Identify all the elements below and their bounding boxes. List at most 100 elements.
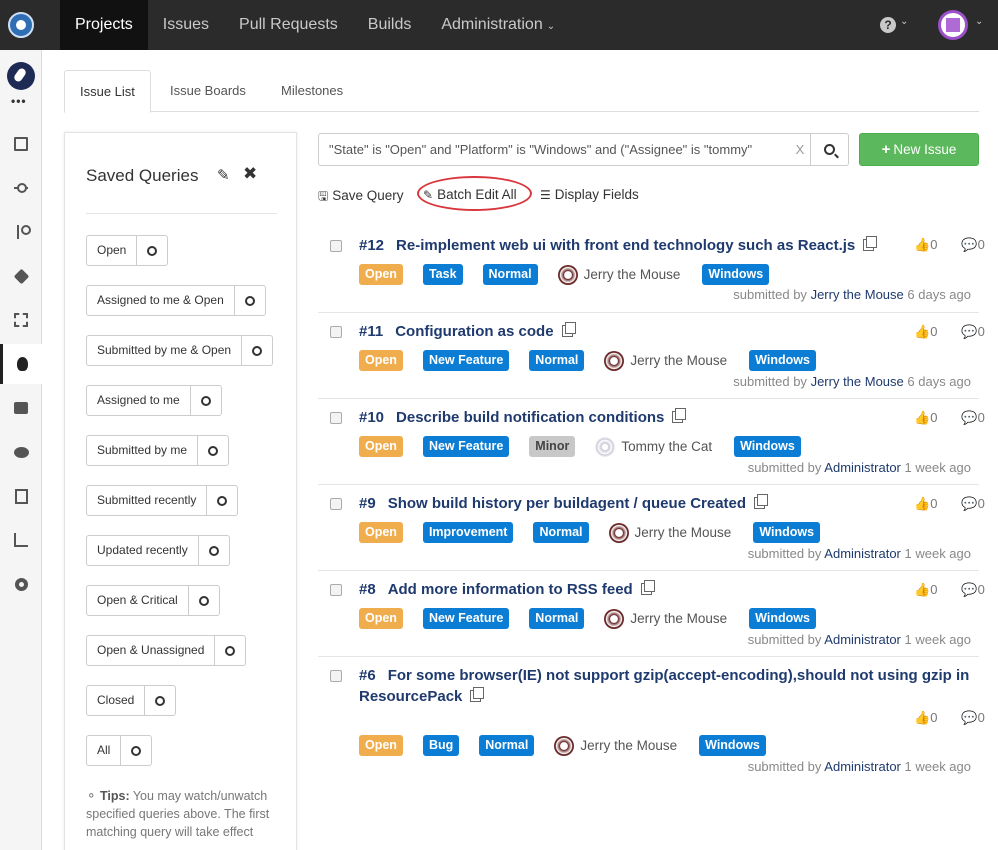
type-badge[interactable]: New Feature (422, 350, 510, 371)
watch-toggle-icon[interactable] (121, 736, 151, 765)
submitter-link[interactable]: Administrator (824, 632, 901, 647)
priority-badge[interactable]: Normal (479, 735, 535, 756)
issue-title-text[interactable]: Re-implement web ui with front end techn… (396, 237, 855, 254)
assignee[interactable]: Jerry the Mouse (557, 264, 680, 285)
saved-query-label[interactable]: All (87, 736, 122, 765)
help-icon[interactable]: ? (880, 17, 896, 33)
watch-toggle-icon[interactable] (235, 286, 265, 315)
nav-builds[interactable]: Builds (353, 0, 427, 50)
issue-checkbox[interactable] (330, 584, 342, 596)
saved-query-label[interactable]: Submitted by me & Open (87, 336, 243, 365)
saved-query-label[interactable]: Submitted recently (87, 486, 208, 515)
priority-badge[interactable]: Normal (529, 350, 585, 371)
platform-badge[interactable]: Windows (699, 735, 766, 756)
issue-checkbox[interactable] (330, 498, 342, 510)
priority-badge[interactable]: Minor (529, 436, 576, 457)
watch-toggle-icon[interactable] (242, 336, 272, 365)
file-icon[interactable] (0, 124, 42, 164)
batch-edit-all-button[interactable]: ✎ Batch Edit All (423, 187, 517, 202)
bug-icon[interactable] (0, 344, 42, 384)
new-issue-button[interactable]: + New Issue (859, 133, 979, 166)
saved-query-label[interactable]: Updated recently (87, 536, 199, 565)
issue-number[interactable]: #12 (359, 237, 384, 254)
saved-query-label[interactable]: Assigned to me (87, 386, 191, 415)
assignee[interactable]: Jerry the Mouse (604, 350, 727, 371)
issue-title[interactable]: #6 For some browser(IE) not support gzip(… (359, 665, 979, 707)
branch-icon[interactable] (0, 212, 42, 252)
copy-icon[interactable] (640, 580, 655, 595)
pencil-icon[interactable]: ✎ (217, 166, 230, 184)
watch-toggle-icon[interactable] (191, 386, 221, 415)
state-badge[interactable]: Open (359, 436, 403, 457)
state-badge[interactable]: Open (359, 350, 403, 371)
priority-badge[interactable]: Normal (482, 264, 538, 285)
book-icon[interactable] (0, 476, 42, 516)
chart-icon[interactable] (0, 520, 42, 560)
issue-checkbox[interactable] (330, 670, 342, 682)
watch-toggle-icon[interactable] (199, 536, 229, 565)
submitter-link[interactable]: Jerry the Mouse (811, 374, 904, 389)
type-badge[interactable]: Bug (422, 735, 460, 756)
cubes-icon[interactable] (0, 388, 42, 428)
issue-title-text-continued[interactable]: ResourcePack (359, 688, 462, 705)
type-badge[interactable]: Task (422, 264, 463, 285)
issue-number[interactable]: #8 (359, 581, 376, 598)
platform-badge[interactable]: Windows (734, 436, 801, 457)
watch-toggle-icon[interactable] (198, 436, 228, 465)
clear-search-icon[interactable]: X (790, 134, 810, 165)
user-avatar[interactable] (938, 10, 968, 40)
gear-icon[interactable] (0, 564, 42, 604)
copy-icon[interactable] (470, 687, 485, 702)
project-avatar[interactable] (7, 62, 35, 90)
state-badge[interactable]: Open (359, 522, 403, 543)
issue-title[interactable]: #10 Describe build notification condition… (359, 407, 687, 428)
comments-icon[interactable] (0, 432, 42, 472)
issue-title[interactable]: #8 Add more information to RSS feed (359, 579, 655, 600)
close-icon[interactable]: ✖ (243, 164, 257, 184)
saved-query-label[interactable]: Assigned to me & Open (87, 286, 235, 315)
platform-badge[interactable]: Windows (702, 264, 770, 285)
tab-issue-boards[interactable]: Issue Boards (155, 70, 261, 112)
state-badge[interactable]: Open (359, 735, 403, 756)
watch-toggle-icon[interactable] (207, 486, 237, 515)
search-button[interactable] (810, 134, 848, 165)
tag-icon[interactable] (0, 256, 42, 296)
issue-title[interactable]: #12 Re-implement web ui with front end te… (359, 235, 878, 256)
tab-milestones[interactable]: Milestones (266, 70, 358, 112)
issue-number[interactable]: #9 (359, 495, 376, 512)
saved-query-label[interactable]: Open & Unassigned (87, 636, 216, 665)
tab-issue-list[interactable]: Issue List (64, 70, 151, 113)
platform-badge[interactable]: Windows (753, 522, 821, 543)
copy-icon[interactable] (754, 494, 769, 509)
saved-query-label[interactable]: Closed (87, 686, 146, 715)
nav-administration[interactable]: Administration ⌄ (426, 0, 570, 50)
type-badge[interactable]: New Feature (422, 608, 510, 629)
pull-request-icon[interactable] (0, 300, 42, 340)
copy-icon[interactable] (863, 236, 878, 251)
assignee[interactable]: Jerry the Mouse (554, 735, 677, 756)
issue-title-text[interactable]: For some browser(IE) not support gzip(ac… (388, 667, 970, 684)
issue-title[interactable]: #9 Show build history per buildagent / qu… (359, 493, 769, 514)
assignee[interactable]: Jerry the Mouse (604, 608, 727, 629)
state-badge[interactable]: Open (359, 608, 403, 629)
nav-issues[interactable]: Issues (148, 0, 224, 50)
issue-checkbox[interactable] (330, 326, 342, 338)
nav-projects[interactable]: Projects (60, 0, 148, 50)
assignee[interactable]: Jerry the Mouse (608, 522, 731, 543)
platform-badge[interactable]: Windows (749, 608, 816, 629)
onedev-logo-icon[interactable] (8, 12, 34, 38)
copy-icon[interactable] (672, 408, 687, 423)
submitter-link[interactable]: Jerry the Mouse (811, 287, 904, 302)
saved-query-label[interactable]: Open (87, 236, 138, 265)
issue-number[interactable]: #10 (359, 409, 384, 426)
issue-title-text[interactable]: Configuration as code (395, 323, 553, 340)
submitter-link[interactable]: Administrator (824, 546, 901, 561)
issue-checkbox[interactable] (330, 412, 342, 424)
priority-badge[interactable]: Normal (529, 608, 585, 629)
watch-toggle-icon[interactable] (145, 686, 175, 715)
display-fields-button[interactable]: ☰ Display Fields (540, 187, 639, 202)
watch-toggle-icon[interactable] (137, 236, 167, 265)
state-badge[interactable]: Open (359, 264, 403, 285)
submitter-link[interactable]: Administrator (824, 759, 901, 774)
save-query-button[interactable]: 🖫 Save Query (318, 187, 404, 208)
